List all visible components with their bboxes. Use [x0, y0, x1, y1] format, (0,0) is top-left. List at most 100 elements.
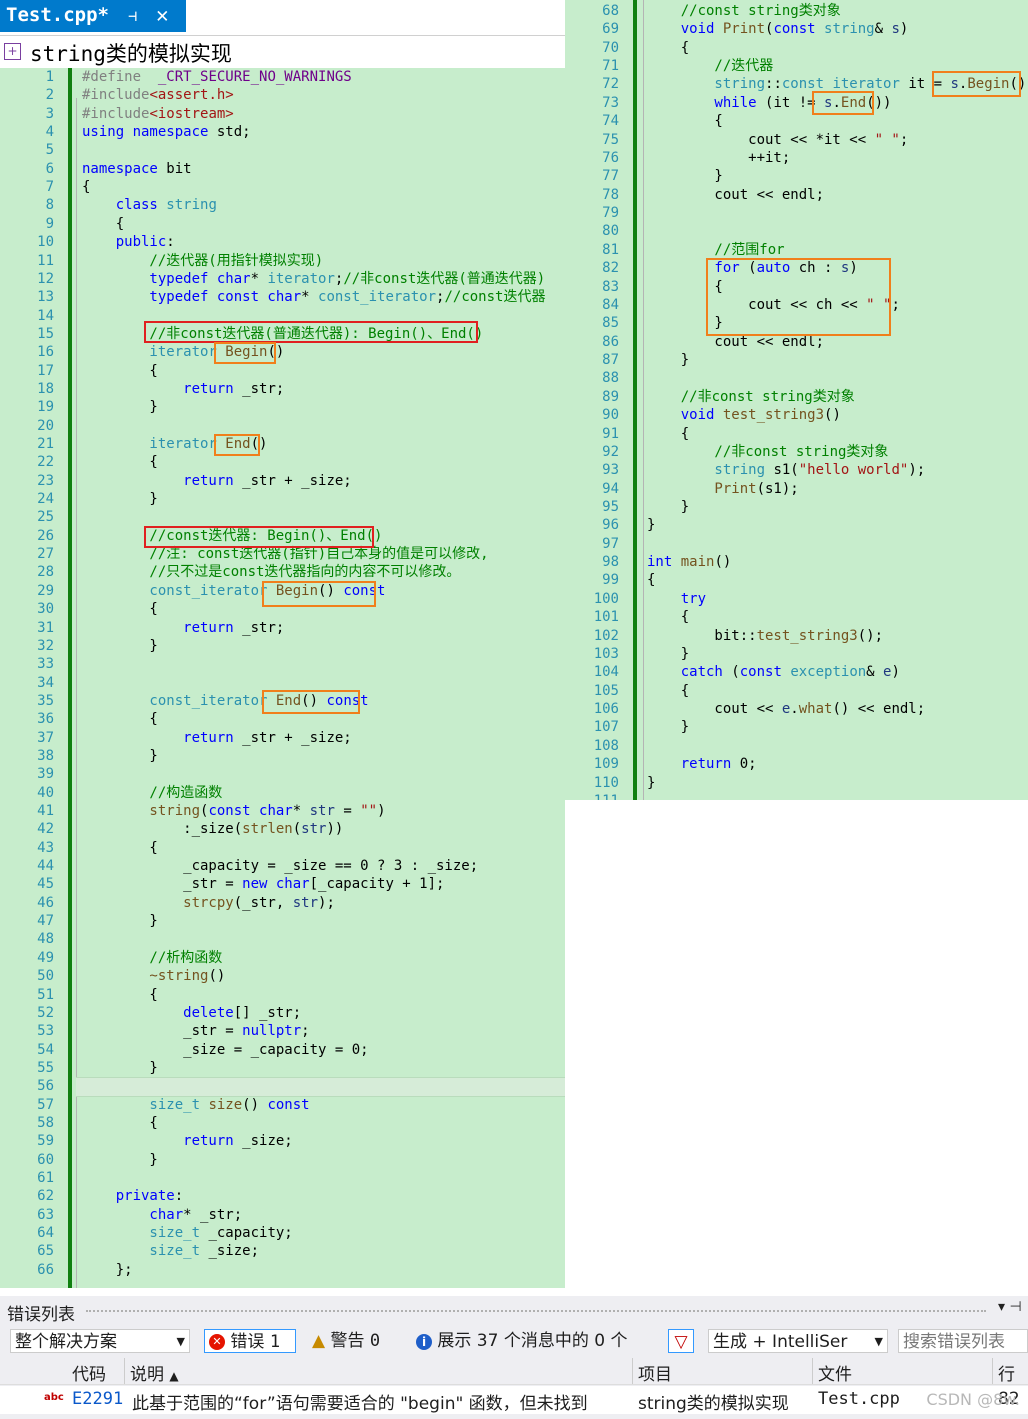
code-line[interactable]: 93 string s1("hello world");	[565, 461, 1028, 479]
code-line[interactable]: 106 cout << e.what() << endl;	[565, 700, 1028, 718]
error-code-link[interactable]: E2291	[72, 1389, 123, 1409]
code-line[interactable]: 6 namespace bit	[0, 160, 565, 178]
code-line[interactable]: 2 #include<assert.h>	[0, 86, 565, 104]
code-line[interactable]: 61	[0, 1169, 565, 1187]
code-line[interactable]: 50 ~string()	[0, 967, 565, 985]
code-line[interactable]: 96}	[565, 516, 1028, 534]
code-line[interactable]: 74 {	[565, 112, 1028, 130]
code-line[interactable]: 65 size_t _size;	[0, 1242, 565, 1260]
code-line[interactable]: 99 {	[565, 571, 1028, 589]
code-line[interactable]: 97	[565, 535, 1028, 553]
code-line[interactable]: 25	[0, 508, 565, 526]
code-line[interactable]: 32 }	[0, 637, 565, 655]
code-line[interactable]: 111	[565, 792, 1028, 800]
code-line[interactable]: 43 {	[0, 839, 565, 857]
code-line[interactable]: 8 class string	[0, 196, 565, 214]
code-line[interactable]: 69 void Print(const string& s)	[565, 20, 1028, 38]
code-pane-left[interactable]: 1 #define _CRT_SECURE_NO_WARNINGS 2 #includ…	[0, 68, 565, 1288]
column-line[interactable]: 行	[998, 1360, 1015, 1385]
code-line[interactable]: 9 {	[0, 215, 565, 233]
code-line[interactable]: 17 {	[0, 362, 565, 380]
code-line[interactable]: 31 return _str;	[0, 619, 565, 637]
code-line[interactable]: 22 {	[0, 453, 565, 471]
code-line[interactable]: 38 }	[0, 747, 565, 765]
code-line[interactable]: 11 //迭代器(用指针模拟实现)	[0, 252, 565, 270]
close-icon[interactable]: ✕	[156, 3, 169, 27]
code-line[interactable]: 108	[565, 737, 1028, 755]
code-line[interactable]: 105 {	[565, 682, 1028, 700]
code-line[interactable]: 37 return _str + _size;	[0, 729, 565, 747]
code-line[interactable]: 107 }	[565, 718, 1028, 736]
code-line[interactable]: 19 }	[0, 398, 565, 416]
code-line[interactable]: 53 _str = nullptr;	[0, 1022, 565, 1040]
code-line[interactable]: 57 size_t size() const	[0, 1096, 565, 1114]
code-line[interactable]: 45 _str = new char[_capacity + 1];	[0, 875, 565, 893]
code-line[interactable]: 23 return _str + _size;	[0, 472, 565, 490]
code-pane-right[interactable]: 68 //const string类对象 69 void Print(const …	[565, 0, 1028, 800]
filter-icon[interactable]: ▽	[668, 1329, 694, 1353]
code-line[interactable]: 100 try	[565, 590, 1028, 608]
tab-test-cpp[interactable]: Test.cpp* ⊣ ✕	[0, 0, 186, 32]
code-line[interactable]: 75 cout << *it << " ";	[565, 131, 1028, 149]
code-line[interactable]: 102 bit::test_string3();	[565, 627, 1028, 645]
code-line[interactable]: 33	[0, 655, 565, 673]
code-line[interactable]: 78 cout << endl;	[565, 186, 1028, 204]
code-line[interactable]: 20	[0, 417, 565, 435]
project-dropdown[interactable]: string类的模拟实现	[30, 38, 232, 68]
code-line[interactable]: 39	[0, 765, 565, 783]
code-line[interactable]: 13 typedef const char* const_iterator;//…	[0, 288, 565, 306]
code-line[interactable]: 63 char* _str;	[0, 1206, 565, 1224]
code-line[interactable]: 16 iterator Begin()	[0, 343, 565, 361]
code-line[interactable]: 46 strcpy(_str, str);	[0, 894, 565, 912]
code-line[interactable]: 41 string(const char* str = "")	[0, 802, 565, 820]
column-project[interactable]: 项目	[638, 1360, 672, 1385]
code-line[interactable]: 70 {	[565, 39, 1028, 57]
warnings-filter-button[interactable]: ▲ 警告 0	[312, 1329, 380, 1353]
code-line[interactable]: 103 }	[565, 645, 1028, 663]
code-line[interactable]: 51 {	[0, 986, 565, 1004]
code-line[interactable]: 98 int main()	[565, 553, 1028, 571]
code-line[interactable]: 24 }	[0, 490, 565, 508]
column-description[interactable]: 说明 ▲	[130, 1360, 179, 1385]
code-line[interactable]: 7{	[0, 178, 565, 196]
code-line[interactable]: 28 //只不过是const迭代器指向的内容不可以修改。	[0, 563, 565, 581]
code-line[interactable]: 62 private:	[0, 1187, 565, 1205]
code-line[interactable]: 68 //const string类对象	[565, 2, 1028, 20]
code-line[interactable]: 94 Print(s1);	[565, 480, 1028, 498]
code-line[interactable]: 5	[0, 141, 565, 159]
code-line[interactable]: 104 catch (const exception& e)	[565, 663, 1028, 681]
pin-icon[interactable]: ⊣	[128, 7, 137, 25]
code-line[interactable]: 89 //非const string类对象	[565, 388, 1028, 406]
code-line[interactable]: 48	[0, 930, 565, 948]
code-line[interactable]: 91 {	[565, 425, 1028, 443]
code-line[interactable]: 21 iterator End()	[0, 435, 565, 453]
code-line[interactable]: 4 using namespace std;	[0, 123, 565, 141]
error-row[interactable]: abc E2291 此基于范围的“for”语句需要适合的 "begin" 函数，…	[0, 1386, 1028, 1414]
code-line[interactable]: 90 void test_string3()	[565, 406, 1028, 424]
code-line[interactable]: 76 ++it;	[565, 149, 1028, 167]
search-errors-input[interactable]: 搜索错误列表	[898, 1329, 1028, 1353]
code-line[interactable]: 18 return _str;	[0, 380, 565, 398]
code-line[interactable]: 1 #define _CRT_SECURE_NO_WARNINGS	[0, 68, 565, 86]
code-line[interactable]: 77 }	[565, 167, 1028, 185]
code-line[interactable]: 110}	[565, 774, 1028, 792]
code-line[interactable]: 47 }	[0, 912, 565, 930]
code-line[interactable]: 12 typedef char* iterator;//非const迭代器(普通…	[0, 270, 565, 288]
code-line[interactable]: 95 }	[565, 498, 1028, 516]
code-line[interactable]: 81 //范围for	[565, 241, 1028, 259]
scope-dropdown[interactable]: 整个解决方案 ▼	[10, 1329, 190, 1353]
errors-filter-button[interactable]: ✕ 错误 1	[204, 1329, 296, 1353]
panel-pin-icon[interactable]: ▾ ⊣	[998, 1299, 1022, 1315]
code-line[interactable]: 101 {	[565, 608, 1028, 626]
code-line[interactable]: 88	[565, 369, 1028, 387]
code-line[interactable]: 55 }	[0, 1059, 565, 1077]
code-line[interactable]: 44 _capacity = _size == 0 ? 3 : _size;	[0, 857, 565, 875]
code-line[interactable]: 66 };	[0, 1261, 565, 1279]
code-line[interactable]: 87 }	[565, 351, 1028, 369]
build-filter-dropdown[interactable]: 生成 + IntelliSer ▼	[708, 1329, 888, 1353]
code-line[interactable]: 92 //非const string类对象	[565, 443, 1028, 461]
code-line[interactable]: 80	[565, 222, 1028, 240]
column-code[interactable]: 代码	[72, 1360, 106, 1385]
code-line[interactable]: 54 _size = _capacity = 0;	[0, 1041, 565, 1059]
code-line[interactable]: 64 size_t _capacity;	[0, 1224, 565, 1242]
